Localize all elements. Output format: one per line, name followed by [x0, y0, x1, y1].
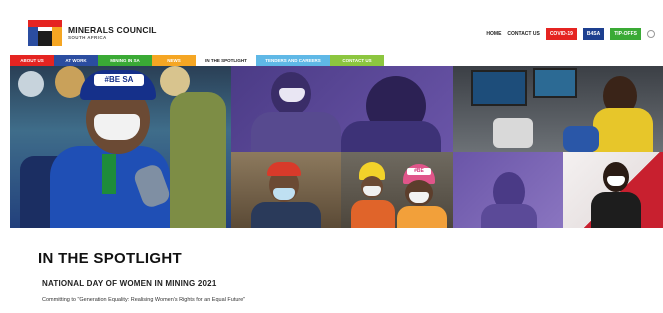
hero-photo-control-room	[453, 66, 663, 152]
main-nav: ABOUT US AT WORK MINING IN SA NEWS IN TH…	[10, 55, 384, 66]
helmet-sticker-small: #BE	[407, 168, 431, 175]
logo-subtitle: SOUTH AFRICA	[68, 35, 107, 40]
hero-photo-miner-large: #BE SA	[10, 66, 231, 228]
hero-photo-miner-red-cap	[231, 152, 341, 228]
hero-photo-women-meeting	[231, 66, 453, 152]
b4sa-button[interactable]: B4SA	[582, 28, 605, 40]
helmet-sticker: #BE SA	[94, 74, 144, 86]
helmet-sticker-text: #BE SA	[104, 75, 134, 84]
nav-news[interactable]: NEWS	[152, 55, 196, 66]
covid-19-button[interactable]: COVID-19	[545, 28, 577, 40]
article-summary: Committing to "Generation Equality: Real…	[42, 297, 246, 303]
site-header: MINERALS COUNCIL SOUTH AFRICA HOME CONTA…	[0, 0, 663, 54]
hero-photo-miners-group: #BE	[341, 152, 453, 228]
logo-mark-icon	[28, 20, 62, 46]
nav-mining-in-sa[interactable]: MINING IN SA	[98, 55, 152, 66]
logo-title: MINERALS COUNCIL	[68, 24, 157, 35]
page: MINERALS COUNCIL SOUTH AFRICA HOME CONTA…	[0, 0, 663, 313]
helmet-sticker-small-text: #BE	[414, 168, 424, 174]
page-title: IN THE SPOTLIGHT	[38, 250, 182, 267]
tip-offs-button[interactable]: TIP-OFFS	[610, 28, 641, 40]
minerals-council-logo[interactable]: MINERALS COUNCIL SOUTH AFRICA	[28, 20, 157, 46]
article-title[interactable]: NATIONAL DAY OF WOMEN IN MINING 2021	[42, 279, 216, 288]
hero-photo-purple-tint	[453, 152, 563, 228]
nav-about-us[interactable]: ABOUT US	[10, 55, 54, 66]
contact-us-link[interactable]: CONTACT US	[507, 31, 539, 37]
nav-contact-us[interactable]: CONTACT US	[330, 55, 384, 66]
top-nav: HOME CONTACT US COVID-19 B4SA TIP-OFFS	[486, 28, 655, 40]
home-link[interactable]: HOME	[486, 31, 501, 37]
search-icon[interactable]	[647, 30, 655, 38]
hero-collage: #BE SA #BE	[10, 66, 663, 228]
nav-in-the-spotlight[interactable]: IN THE SPOTLIGHT	[196, 55, 256, 66]
hero-photo-woman-mask	[563, 152, 663, 228]
nav-at-work[interactable]: AT WORK	[54, 55, 98, 66]
nav-tenders-and-careers[interactable]: TENDERS AND CAREERS	[256, 55, 330, 66]
